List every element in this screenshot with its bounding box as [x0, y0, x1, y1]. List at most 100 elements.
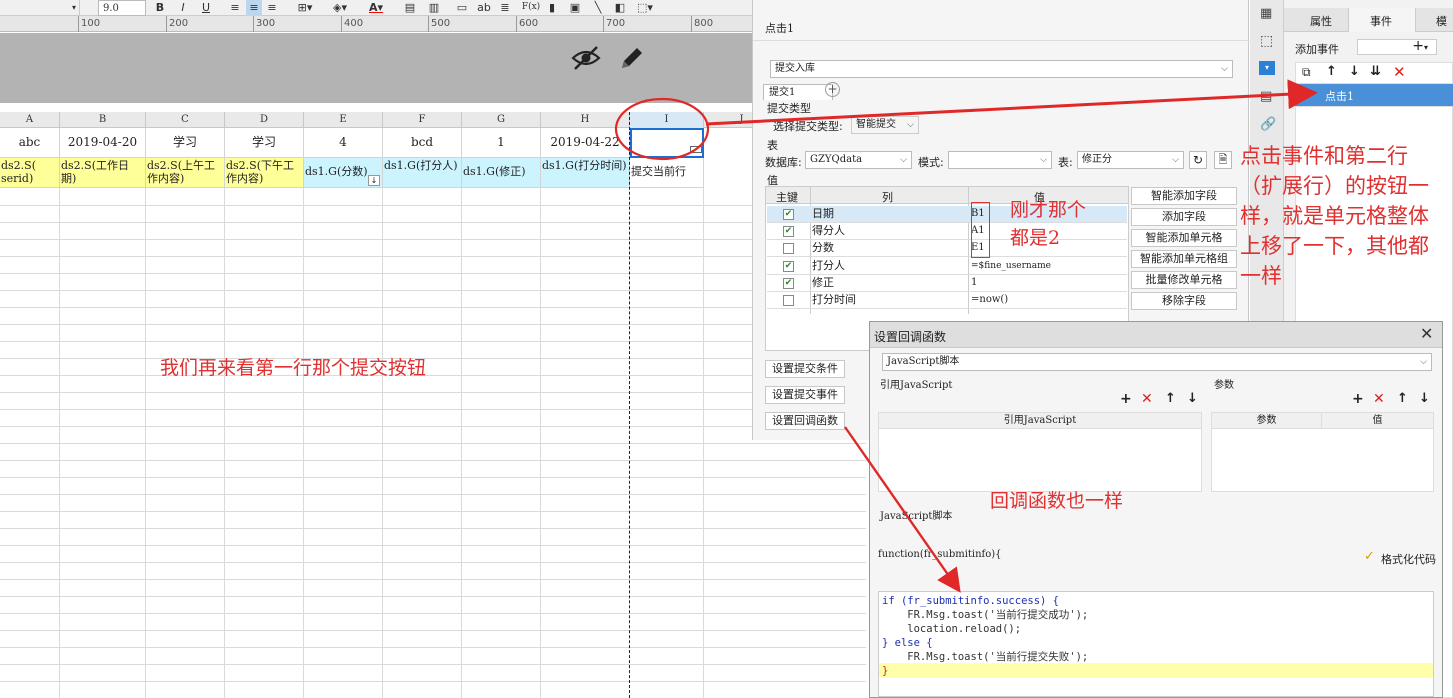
mode-select[interactable]: ⌵ — [948, 151, 1052, 169]
tab-properties[interactable]: 属性 — [1300, 13, 1342, 29]
font-name-select[interactable]: ▾ — [0, 0, 80, 16]
tab-submit1[interactable]: 提交1 — [763, 84, 833, 100]
cell-b2[interactable]: ds2.S(工作日期) — [60, 158, 146, 188]
slash-icon[interactable]: ╲ — [591, 0, 605, 16]
add-field-button[interactable]: 添加字段 — [1131, 208, 1237, 226]
column-e[interactable]: E — [304, 112, 383, 128]
cell-e1[interactable]: 4 — [304, 128, 383, 158]
frame-icon[interactable]: ⬚ — [1260, 33, 1273, 49]
cell-f2[interactable]: ds1.G(打分人) — [383, 158, 462, 188]
checkbox-checked-icon[interactable]: ✔ — [783, 278, 794, 289]
copy-icon[interactable]: ⧉ — [1302, 65, 1311, 80]
remove-field-button[interactable]: 移除字段 — [1131, 292, 1237, 310]
cell-h2[interactable]: ds1.G(打分时间) — [541, 158, 630, 188]
align-center-icon[interactable]: ≡ — [246, 0, 262, 16]
refresh-icon[interactable]: ↻ — [1189, 151, 1207, 169]
cell-g1[interactable]: 1 — [462, 128, 541, 158]
tab-events[interactable]: 事件 — [1360, 13, 1402, 29]
table-row[interactable]: 打分时间 =now() — [767, 292, 1127, 309]
format-code-icon[interactable]: ✓ — [1364, 549, 1375, 564]
column-h[interactable]: H — [541, 112, 630, 128]
code-editor[interactable]: if (fr_submitinfo.success) { FR.Msg.toas… — [878, 591, 1434, 697]
paragraph-icon[interactable]: ≣ — [498, 0, 512, 16]
cell-a2[interactable]: ds2.S( serid) — [0, 158, 60, 188]
close-icon[interactable]: ✕ — [1420, 324, 1433, 343]
arrow-down-icon[interactable]: ↓ — [1187, 391, 1198, 406]
font-size-select[interactable]: 9.0 — [98, 0, 146, 16]
unmerge-icon[interactable]: ▥ — [427, 0, 441, 16]
text-icon[interactable]: ab — [476, 0, 492, 16]
merge-icon[interactable]: ▤ — [403, 0, 417, 16]
delete-icon[interactable]: ✕ — [1393, 63, 1406, 81]
column-g[interactable]: G — [462, 112, 541, 128]
param-up-icon[interactable]: ↑ — [1397, 391, 1408, 406]
move-bottom-icon[interactable]: ⇊ — [1370, 64, 1381, 79]
cell-props-icon[interactable]: ▦ — [1260, 6, 1272, 21]
font-color-icon[interactable]: A▾ — [364, 0, 388, 16]
script-type-select[interactable]: JavaScript脚本 ⌵ — [882, 353, 1432, 371]
table-row[interactable]: ✔ 打分人 =$fine_username — [767, 258, 1127, 275]
event-item-selected[interactable]: ✎ 点击1 — [1295, 84, 1453, 106]
cell-c2[interactable]: ds2.S(上午工作内容) — [146, 158, 225, 188]
tab-template[interactable]: 模 — [1436, 13, 1447, 29]
cell-c1[interactable]: 学习 — [146, 128, 225, 158]
cell-i2-submit-button[interactable]: 提交当前行 — [630, 158, 704, 188]
add-tab-icon[interactable]: + — [825, 82, 840, 97]
cell-f1[interactable]: bcd — [383, 128, 462, 158]
condition-icon[interactable]: ▤ — [1260, 89, 1272, 104]
border-icon[interactable]: ⊞▾ — [294, 0, 316, 16]
table-row[interactable]: ✔ 修正 1 — [767, 275, 1127, 292]
arrow-up-icon[interactable]: ↑ — [1326, 64, 1337, 79]
checkbox-checked-icon[interactable]: ✔ — [783, 226, 794, 237]
arrow-down-icon[interactable]: ↓ — [1349, 64, 1360, 79]
add-param-icon[interactable]: + — [1352, 391, 1364, 407]
delete-icon[interactable]: ✕ — [1141, 391, 1153, 407]
set-callback-button[interactable]: 设置回调函数 — [765, 412, 845, 430]
format-code-button[interactable]: 格式化代码 — [1381, 551, 1436, 567]
action-select[interactable]: 提交入库 ⌵ — [770, 60, 1233, 78]
cell-d1[interactable]: 学习 — [225, 128, 304, 158]
cell-g2[interactable]: ds1.G(修正) — [462, 158, 541, 188]
column-i[interactable]: I — [630, 112, 704, 128]
cell-i1-selected[interactable] — [630, 128, 704, 158]
add-event-button[interactable]: +▾ — [1357, 39, 1437, 55]
bold-button[interactable]: B — [153, 0, 167, 16]
edit-pencil-icon[interactable] — [618, 44, 644, 72]
column-b[interactable]: B — [60, 112, 146, 128]
submit-type-select[interactable]: 智能提交 ⌵ — [851, 116, 919, 134]
checkbox-checked-icon[interactable]: ✔ — [783, 209, 794, 220]
column-d[interactable]: D — [225, 112, 304, 128]
checkbox-empty-icon[interactable] — [783, 243, 794, 254]
param-down-icon[interactable]: ↓ — [1419, 391, 1430, 406]
cell-h1[interactable]: 2019-04-22 — [541, 128, 630, 158]
cell-b1[interactable]: 2019-04-20 — [60, 128, 146, 158]
checkbox-checked-icon[interactable]: ✔ — [783, 261, 794, 272]
arrow-up-icon[interactable]: ↑ — [1165, 391, 1176, 406]
table-name-select[interactable]: 修正分 ⌵ — [1077, 151, 1184, 169]
underline-button[interactable]: U — [199, 0, 213, 16]
align-right-icon[interactable]: ≡ — [265, 0, 279, 16]
column-a[interactable]: A — [0, 112, 60, 128]
smart-add-field-button[interactable]: 智能添加字段 — [1131, 187, 1237, 205]
hide-eye-icon[interactable] — [571, 45, 601, 71]
set-submit-event-button[interactable]: 设置提交事件 — [765, 386, 845, 404]
add-icon[interactable]: + — [1120, 391, 1132, 407]
preview-icon[interactable]: 🗎 — [1214, 151, 1232, 169]
cell-a1[interactable]: abc — [0, 128, 60, 158]
column-c[interactable]: C — [146, 112, 225, 128]
cell-d2[interactable]: ds2.S(下午工作内容) — [225, 158, 304, 188]
batch-edit-cells-button[interactable]: 批量修改单元格 — [1131, 271, 1237, 289]
set-submit-condition-button[interactable]: 设置提交条件 — [765, 360, 845, 378]
smart-add-cell-button[interactable]: 智能添加单元格 — [1131, 229, 1237, 247]
chart-icon[interactable]: ▮ — [545, 0, 559, 16]
align-left-icon[interactable]: ≡ — [228, 0, 242, 16]
more-icon[interactable]: ⬚▾ — [633, 0, 657, 16]
delete-param-icon[interactable]: ✕ — [1373, 391, 1385, 407]
checkbox-empty-icon[interactable] — [783, 295, 794, 306]
image-icon[interactable]: ▣ — [567, 0, 583, 16]
smart-add-cell-group-button[interactable]: 智能添加单元格组 — [1131, 250, 1237, 268]
database-select[interactable]: GZYQdata ⌵ — [805, 151, 912, 169]
widget-icon[interactable]: ▾ — [1259, 61, 1275, 75]
subreport-icon[interactable]: ◧ — [613, 0, 627, 16]
column-f[interactable]: F — [383, 112, 462, 128]
